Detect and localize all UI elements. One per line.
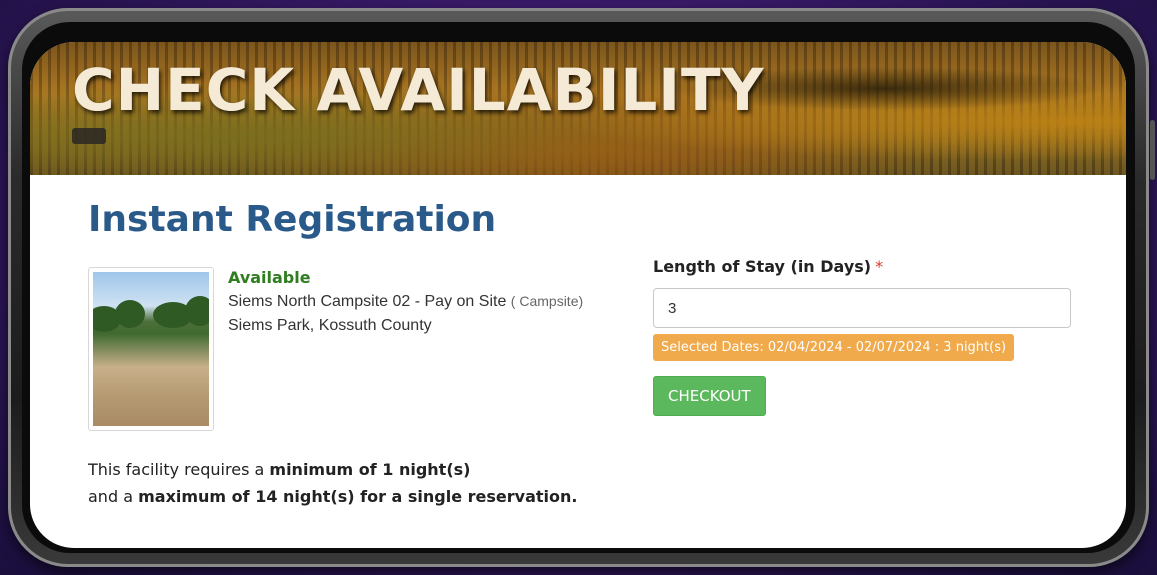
phone-side-button — [1150, 120, 1155, 180]
rules-line-2: and a maximum of 14 night(s) for a singl… — [88, 483, 577, 510]
availability-status: Available — [228, 268, 311, 287]
app-screen: CHECK AVAILABILITY Instant Registration … — [30, 42, 1126, 548]
length-of-stay-label: Length of Stay (in Days) * — [653, 257, 1071, 276]
page-title: Instant Registration — [88, 199, 497, 240]
campsite-image — [93, 272, 209, 426]
banner-badge — [72, 128, 106, 144]
tree-shape — [115, 300, 145, 328]
campsite-photo[interactable] — [88, 267, 214, 431]
checkout-button[interactable]: CHECKOUT — [653, 376, 766, 416]
rules-max-prefix: and a — [88, 487, 133, 506]
selected-dates-badge: Selected Dates: 02/04/2024 - 02/07/2024 … — [653, 334, 1015, 361]
site-name-line: Siems North Campsite 02 - Pay on Site ( … — [228, 293, 583, 311]
header-banner: CHECK AVAILABILITY — [30, 42, 1126, 175]
rules-min-value: minimum of 1 night(s) — [269, 460, 471, 479]
site-location: Siems Park, Kossuth County — [228, 317, 432, 334]
site-info: Available Siems North Campsite 02 - Pay … — [228, 268, 583, 335]
rules-min-prefix: This facility requires a — [88, 460, 265, 479]
site-type: ( Campsite) — [510, 293, 584, 309]
banner-title: CHECK AVAILABILITY — [72, 56, 765, 124]
rules-max-value: maximum of 14 night(s) for a single rese… — [138, 487, 578, 506]
site-name: Siems North Campsite 02 - Pay on Site — [228, 293, 507, 310]
stay-rules: This facility requires a minimum of 1 ni… — [88, 456, 577, 510]
registration-form: Length of Stay (in Days)* Selected Dates… — [653, 257, 1071, 416]
length-of-stay-input[interactable] — [653, 288, 1071, 328]
length-of-stay-label-text: Length of Stay (in Days) — [653, 257, 872, 276]
tree-shape — [185, 296, 209, 326]
required-marker: * — [875, 257, 884, 276]
rules-line-1: This facility requires a minimum of 1 ni… — [88, 456, 577, 483]
